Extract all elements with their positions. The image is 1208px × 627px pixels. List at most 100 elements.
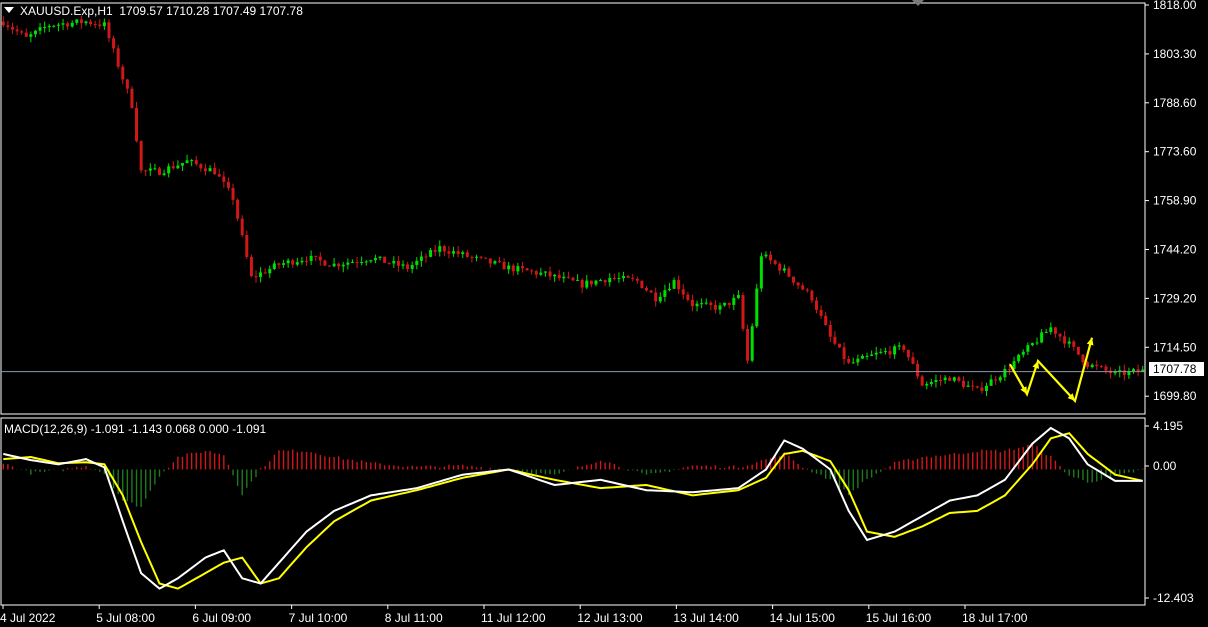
candle-body [424, 256, 428, 258]
candle-body [645, 288, 649, 291]
candle-body [29, 34, 33, 37]
candle-body [107, 22, 111, 39]
candle-body [672, 280, 676, 289]
candle-body [1104, 366, 1108, 371]
candle-body [727, 302, 731, 305]
candle-body [663, 290, 667, 297]
candle-body [658, 296, 662, 302]
candle-body [346, 262, 350, 265]
candle-body [617, 278, 621, 280]
candle-body [305, 260, 309, 262]
candle-body [1086, 362, 1090, 368]
candle-body [116, 48, 120, 67]
candle-body [870, 354, 874, 356]
price-panel-frame [0, 2, 1146, 415]
candle-body [203, 168, 207, 172]
candle-body [718, 305, 722, 310]
candle-body [484, 257, 488, 259]
candle-body [842, 347, 846, 360]
candle-body [327, 265, 331, 267]
candle-body [713, 305, 717, 310]
candle-body [530, 270, 534, 272]
candle-body [732, 297, 736, 305]
candle-body [897, 345, 901, 347]
candle-body [401, 264, 405, 266]
candle-body [874, 352, 878, 355]
candle-body [70, 22, 74, 27]
candle-body [686, 294, 690, 300]
candle-body [387, 262, 391, 264]
candle-body [975, 386, 979, 388]
macd-tick-label: 0.00 [1153, 459, 1177, 473]
candle-body [635, 278, 639, 281]
candle-body [254, 276, 258, 278]
candle-body [649, 290, 653, 293]
price-tick-label: 1744.20 [1153, 243, 1197, 257]
candle-body [934, 379, 938, 382]
candle-body [410, 264, 414, 269]
candle-body [612, 278, 616, 280]
candle-body [6, 25, 10, 28]
trading-chart[interactable]: 1818.00 1803.30 1788.60 1773.60 1758.90 1744.… [0, 0, 1208, 627]
price-tick-label: 1803.30 [1153, 47, 1197, 61]
time-tick-label: 6 Jul 09:00 [192, 611, 251, 625]
time-tick-label: 18 Jul 17:00 [962, 611, 1028, 625]
candle-body [507, 265, 511, 270]
candle-body [419, 256, 423, 261]
candle-body [240, 218, 244, 236]
forecast-arrowhead-icon [1032, 360, 1040, 369]
candle-body [801, 285, 805, 290]
candle-body [1072, 341, 1076, 347]
candle-body [939, 379, 943, 381]
candle-body [1063, 336, 1067, 344]
candle-body [1081, 354, 1085, 363]
candle-body [56, 24, 60, 26]
candle-body [805, 289, 809, 291]
candle-body [121, 66, 125, 80]
candle-body [15, 29, 19, 32]
candle-body [851, 362, 855, 364]
candle-body [341, 264, 345, 267]
candle-body [199, 164, 203, 169]
candle-body [709, 302, 713, 306]
candle-body [599, 280, 603, 282]
candle-body [369, 260, 373, 262]
candle-body [576, 279, 580, 281]
candle-body [966, 385, 970, 387]
candle-body [429, 250, 433, 257]
candle-body [525, 268, 529, 271]
candle-body [833, 336, 837, 344]
candle-body [337, 263, 341, 267]
candle-body [1, 21, 5, 26]
macd-main-line [3, 426, 1143, 590]
candle-body [148, 168, 152, 171]
candle-body [723, 302, 727, 306]
candle-body [548, 271, 552, 277]
candle-body [79, 19, 83, 24]
candle-body [360, 262, 364, 264]
candle-body [943, 377, 947, 381]
candle-body [291, 260, 295, 265]
candle-body [902, 345, 906, 350]
candle-body [447, 251, 451, 254]
candle-body [681, 289, 685, 295]
candle-body [153, 168, 157, 170]
candle-body [566, 276, 570, 278]
candle-body [10, 27, 14, 30]
candle-body [158, 168, 162, 175]
candle-body [144, 170, 148, 172]
candle-body [226, 181, 230, 188]
candle-body [704, 302, 708, 304]
candle-body [792, 276, 796, 283]
candle-body [746, 328, 750, 361]
time-tick-label: 12 Jul 13:00 [577, 611, 643, 625]
candle-body [222, 176, 226, 182]
candle-body [580, 279, 584, 288]
price-tick-label: 1818.00 [1153, 0, 1197, 12]
candle-body [828, 324, 832, 337]
candle-body [461, 252, 465, 254]
candle-body [520, 266, 524, 269]
candle-body [916, 363, 920, 377]
candle-body [539, 272, 543, 275]
candle-body [162, 173, 166, 175]
